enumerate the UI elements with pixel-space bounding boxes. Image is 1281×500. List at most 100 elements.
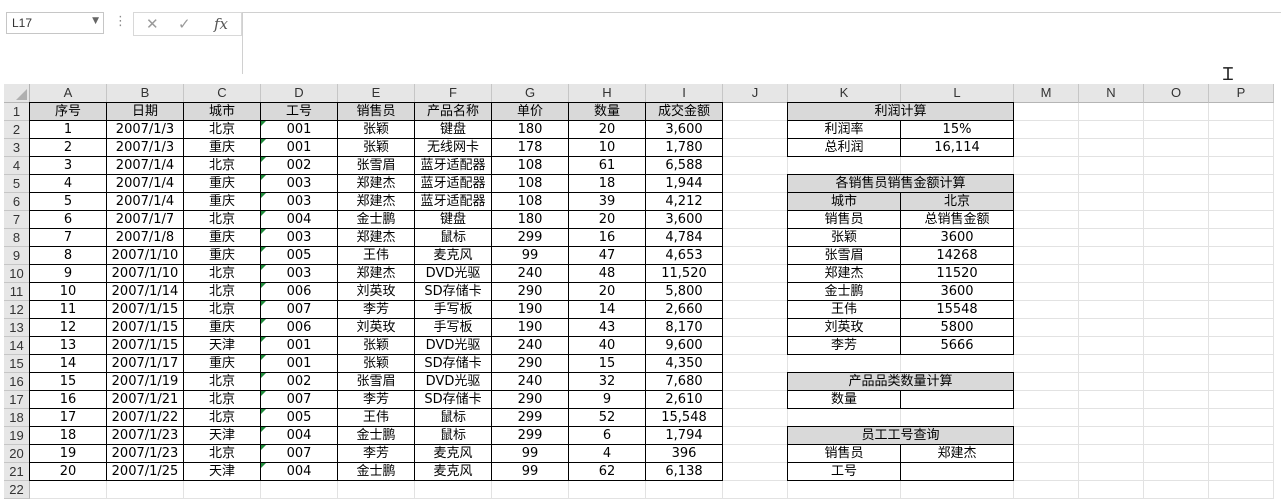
column-header-n[interactable]: N (1079, 84, 1144, 103)
cell[interactable] (723, 247, 788, 265)
column-header-l[interactable]: L (901, 84, 1014, 103)
table-cell[interactable]: 299 (492, 409, 569, 427)
table-cell[interactable]: 13 (29, 337, 107, 355)
cell[interactable] (1144, 265, 1209, 283)
table-cell[interactable]: 郑建杰 (338, 175, 415, 193)
cancel-icon[interactable]: ✕ (146, 15, 159, 33)
cell[interactable] (1079, 211, 1144, 229)
cell[interactable] (261, 481, 338, 499)
cell[interactable] (1014, 247, 1079, 265)
row-header-1[interactable]: 1 (4, 103, 30, 121)
cell[interactable] (1079, 445, 1144, 463)
table-cell[interactable]: 15 (569, 355, 646, 373)
row-header-9[interactable]: 9 (4, 247, 30, 265)
cell[interactable] (723, 283, 788, 301)
table-cell[interactable]: 2007/1/4 (107, 193, 184, 211)
chevron-down-icon[interactable]: ▼ (92, 16, 99, 26)
salesperson-total[interactable]: 3600 (901, 283, 1014, 301)
cell[interactable] (901, 409, 1014, 427)
row-header-19[interactable]: 19 (4, 427, 30, 445)
table-cell[interactable]: 2007/1/25 (107, 463, 184, 481)
cell[interactable] (107, 481, 184, 499)
table-cell[interactable]: 2007/1/23 (107, 427, 184, 445)
profit-value[interactable]: 16,114 (901, 139, 1014, 157)
table-cell[interactable]: 李芳 (338, 445, 415, 463)
table-cell[interactable]: 金士鹏 (338, 427, 415, 445)
table-cell[interactable]: 北京 (184, 391, 261, 409)
table-cell[interactable]: 李芳 (338, 301, 415, 319)
table-cell[interactable]: 007 (261, 391, 338, 409)
cell[interactable] (1144, 445, 1209, 463)
table-cell[interactable]: 重庆 (184, 355, 261, 373)
cell[interactable] (569, 481, 646, 499)
cell[interactable] (723, 337, 788, 355)
table-cell[interactable]: 15 (29, 373, 107, 391)
salesperson-name[interactable]: 郑建杰 (787, 265, 901, 283)
cell[interactable] (1209, 391, 1274, 409)
cell[interactable] (1079, 463, 1144, 481)
spreadsheet-grid[interactable]: A B C D E F G H I J K L M N O P 1 2 3 4 5 6 7 8 9 10 11 12 13 14 15 16 1… (4, 84, 1281, 500)
cell[interactable] (1014, 373, 1079, 391)
table-cell[interactable]: 7,680 (646, 373, 723, 391)
table-cell[interactable]: 北京 (184, 445, 261, 463)
table-cell[interactable]: 鼠标 (415, 409, 492, 427)
cell[interactable] (1209, 103, 1274, 121)
column-header-cell[interactable]: 序号 (29, 102, 107, 121)
cell[interactable] (723, 157, 788, 175)
cell[interactable] (1014, 391, 1079, 409)
cell[interactable] (1144, 355, 1209, 373)
cell[interactable] (1209, 427, 1274, 445)
cell[interactable] (415, 481, 492, 499)
table-cell[interactable]: 10 (29, 283, 107, 301)
table-cell[interactable]: 48 (569, 265, 646, 283)
row-header-21[interactable]: 21 (4, 463, 30, 481)
row-header-5[interactable]: 5 (4, 175, 30, 193)
table-cell[interactable]: 15,548 (646, 409, 723, 427)
cell[interactable] (1014, 427, 1079, 445)
table-cell[interactable]: 40 (569, 337, 646, 355)
table-cell[interactable]: 4,350 (646, 355, 723, 373)
cell[interactable] (1209, 175, 1274, 193)
column-header-cell[interactable]: 销售员 (338, 102, 415, 121)
table-cell[interactable]: 郑建杰 (338, 193, 415, 211)
city-value[interactable]: 北京 (901, 193, 1014, 211)
cell[interactable] (492, 481, 569, 499)
cell[interactable] (1079, 391, 1144, 409)
table-cell[interactable]: 麦克风 (415, 463, 492, 481)
cell[interactable] (1079, 373, 1144, 391)
column-header-cell[interactable]: 成交金额 (646, 102, 723, 121)
table-cell[interactable]: 北京 (184, 265, 261, 283)
cell[interactable] (1014, 103, 1079, 121)
table-cell[interactable]: 001 (261, 355, 338, 373)
table-cell[interactable]: 重庆 (184, 319, 261, 337)
cell[interactable] (1079, 139, 1144, 157)
table-cell[interactable]: 007 (261, 445, 338, 463)
cell[interactable] (1209, 355, 1274, 373)
table-cell[interactable]: 5,800 (646, 283, 723, 301)
cell[interactable] (1144, 301, 1209, 319)
cell[interactable] (723, 373, 788, 391)
table-cell[interactable]: 52 (569, 409, 646, 427)
table-cell[interactable]: 20 (569, 121, 646, 139)
table-cell[interactable]: 190 (492, 301, 569, 319)
table-cell[interactable]: DVD光驱 (415, 337, 492, 355)
table-cell[interactable]: 11,520 (646, 265, 723, 283)
cell[interactable] (1209, 247, 1274, 265)
row-header-2[interactable]: 2 (4, 121, 30, 139)
cell[interactable] (1014, 337, 1079, 355)
table-cell[interactable]: 4 (569, 445, 646, 463)
cell[interactable] (30, 481, 107, 499)
select-all-button[interactable] (4, 84, 30, 103)
cell[interactable] (1014, 481, 1079, 499)
total-sales-header[interactable]: 总销售金额 (901, 211, 1014, 229)
table-cell[interactable]: 108 (492, 157, 569, 175)
profit-value[interactable]: 15% (901, 121, 1014, 139)
table-cell[interactable]: 240 (492, 337, 569, 355)
table-cell[interactable]: 蓝牙适配器 (415, 193, 492, 211)
table-cell[interactable]: 299 (492, 229, 569, 247)
column-header-g[interactable]: G (492, 84, 569, 103)
table-cell[interactable]: 003 (261, 229, 338, 247)
column-header-cell[interactable]: 单价 (492, 102, 569, 121)
row-header-14[interactable]: 14 (4, 337, 30, 355)
table-cell[interactable]: 240 (492, 373, 569, 391)
